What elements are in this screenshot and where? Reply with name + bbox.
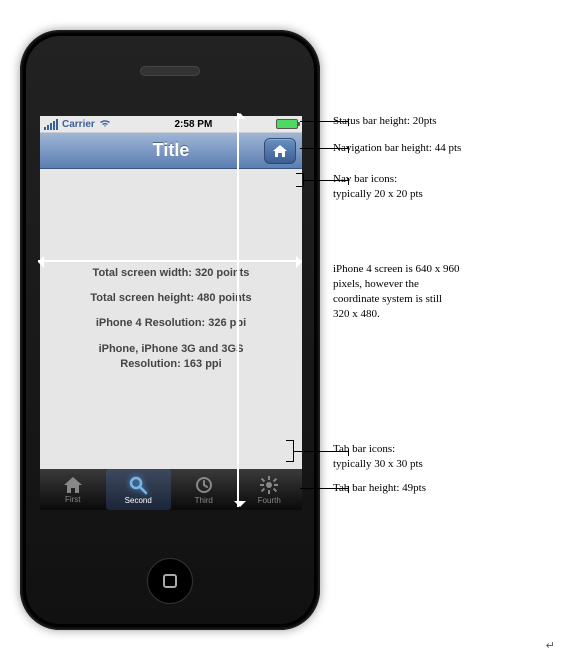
callout-nav-icons: Nav bar icons: typically 20 x 20 pts [333, 172, 423, 202]
screen-width-label: Total screen width: 320 points [93, 266, 250, 281]
iphone-inner: Carrier 2:58 PM Title Total screen width… [26, 36, 314, 624]
tab-label: First [65, 495, 81, 504]
clock-icon [194, 475, 214, 495]
iphone4-resolution-label: iPhone 4 Resolution: 326 ppi [96, 316, 246, 331]
bracket-nav-icon [296, 173, 304, 187]
tab-label: Second [125, 496, 152, 505]
home-button[interactable] [147, 558, 193, 604]
page-title: Title [153, 140, 190, 161]
tab-label: Fourth [258, 496, 281, 505]
search-icon [128, 475, 148, 495]
home-icon [272, 144, 288, 158]
carrier-label: Carrier [62, 119, 95, 130]
status-bar: Carrier 2:58 PM [40, 116, 302, 133]
iphone-frame: Carrier 2:58 PM Title Total screen width… [20, 30, 320, 630]
signal-bars-icon [44, 119, 58, 130]
screen-height-label: Total screen height: 480 points [90, 291, 251, 306]
home-button-glyph [163, 574, 177, 588]
callout-tab-icons: Tab bar icons: typically 30 x 30 pts [333, 442, 423, 472]
callout-tab-height: Tab bar height: 49pts [333, 481, 426, 496]
callout-nav-height: Navigation bar height: 44 pts [333, 141, 461, 156]
nav-home-button[interactable] [264, 138, 296, 164]
status-left: Carrier [44, 118, 111, 131]
tab-fourth[interactable]: Fourth [237, 469, 303, 510]
tab-first[interactable]: First [40, 469, 106, 510]
tab-third[interactable]: Third [171, 469, 237, 510]
wifi-icon [99, 118, 111, 131]
content-area: Total screen width: 320 points Total scr… [40, 169, 302, 469]
tab-bar: First Second Third Fourth [40, 469, 302, 510]
tab-second[interactable]: Second [106, 469, 172, 510]
navigation-bar: Title [40, 133, 302, 169]
status-time: 2:58 PM [175, 119, 213, 130]
home-icon [63, 476, 83, 494]
tab-label: Third [195, 496, 213, 505]
bracket-tab-icon [286, 440, 294, 462]
speaker-grille [140, 66, 200, 76]
battery-icon [276, 119, 298, 129]
callout-coordinate-system: iPhone 4 screen is 640 x 960 pixels, how… [333, 262, 459, 321]
callout-status-height: Status bar height: 20pts [333, 114, 437, 129]
screen: Carrier 2:58 PM Title Total screen width… [40, 116, 302, 510]
gear-icon [259, 475, 279, 495]
older-iphone-resolution-label: iPhone, iPhone 3G and 3GS Resolution: 16… [99, 342, 244, 373]
paragraph-mark: ↵ [546, 639, 555, 652]
